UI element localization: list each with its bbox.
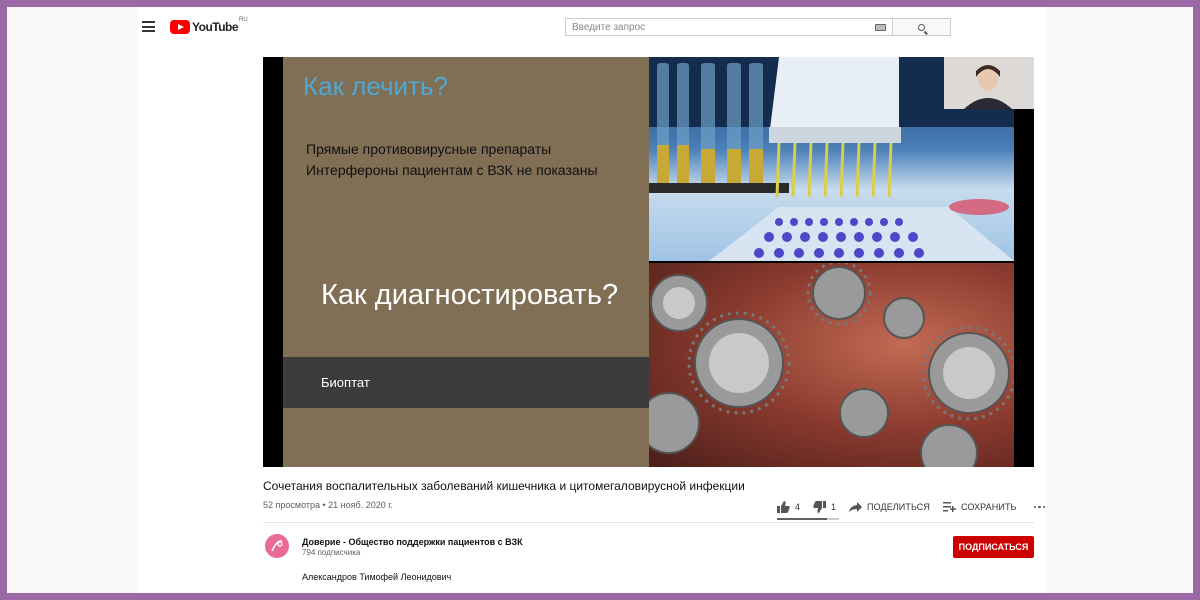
subscriber-count: 794 подписчика [302,548,361,557]
channel-avatar[interactable] [265,534,289,558]
search-icon [918,23,925,31]
slide-big-text: Как диагностировать? [321,279,619,311]
search-input[interactable] [572,21,875,33]
slide-bullet: Прямые противовирусные препараты [306,141,552,157]
sentiment-bar-fill [777,518,827,520]
slide-heading: Как лечить? [303,71,448,101]
logo-region: RU [239,17,248,23]
save-label: СОХРАНИТЬ [960,502,1017,512]
thumbs-down-icon [813,501,827,513]
masthead: YouTube RU [7,7,1193,47]
divider [263,522,1034,523]
video-meta: 52 просмотра • 21 нояб. 2020 г. [263,500,393,510]
more-actions-icon[interactable] [1033,505,1046,509]
slide-banner: Биоптат [283,357,689,408]
dislike-count: 1 [831,502,837,512]
presentation-slide: Как лечить? Прямые противовирусные препа… [283,57,689,467]
slide-bullets: Прямые противовирусные препараты Интерфе… [306,141,606,183]
keyboard-icon[interactable] [875,23,886,31]
video-title: Сочетания воспалительных заболеваний киш… [263,479,745,493]
logo-text: YouTube [192,20,239,34]
search-button[interactable] [893,18,951,36]
sentiment-bar [777,518,839,520]
playlist-add-icon [942,502,956,512]
channel-name[interactable]: Доверие - Общество поддержки пациентов с… [302,537,523,547]
save-button[interactable]: СОХРАНИТЬ [942,502,1017,512]
speaker-webcam [944,57,1034,109]
slide-bullet: Интерфероны пациентам с ВЗК не показаны [306,162,598,178]
youtube-logo[interactable]: YouTube RU [170,17,248,35]
search-bar [565,18,951,36]
play-logo-icon [170,20,190,34]
video-description: Александров Тимофей Леонидович [302,572,452,582]
subscribe-button[interactable]: ПОДПИСАТЬСЯ [953,536,1034,558]
video-actions: 4 1 ПОДЕЛИТЬСЯ СОХРАНИТЬ [777,499,1046,515]
share-label: ПОДЕЛИТЬСЯ [867,502,930,512]
channel-logo-icon [271,540,283,552]
share-button[interactable]: ПОДЕЛИТЬСЯ [849,501,930,513]
browser-viewport: YouTube RU Как лечить? Прямые противовир… [7,7,1193,593]
search-box [565,18,893,36]
share-icon [849,501,863,512]
menu-icon[interactable] [142,21,155,32]
virus-photo [649,263,1014,467]
like-count: 4 [795,502,801,512]
thumbs-up-icon [777,501,790,513]
slide-banner-text: Биоптат [321,375,370,390]
like-button[interactable]: 4 [777,501,800,513]
dislike-button[interactable]: 1 [813,501,836,513]
video-player[interactable]: Как лечить? Прямые противовирусные препа… [263,57,1034,467]
player-side-bar [1014,109,1034,467]
